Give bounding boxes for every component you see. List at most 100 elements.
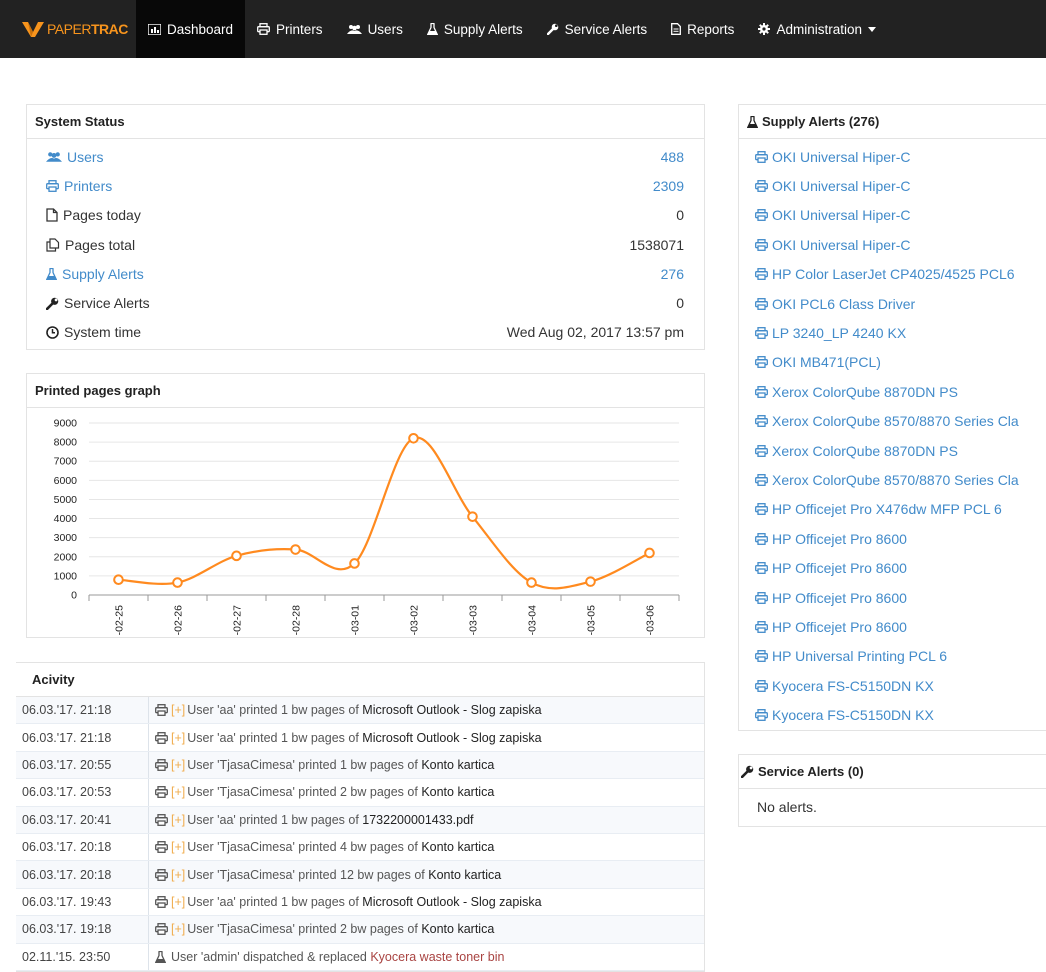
data-point[interactable] [644,547,655,559]
pages-today-label: Pages today [63,207,141,224]
wrench-icon [46,297,59,310]
data-point[interactable] [113,574,124,586]
supply-alert-item[interactable]: LP 3240_LP 4240 KX [739,318,1046,347]
supply-alert-item[interactable]: HP Officejet Pro 8600 [739,612,1046,641]
supply-alert-item[interactable]: Xerox ColorQube 8870DN PS [739,377,1046,406]
data-point[interactable] [349,558,360,569]
supply-alert-item[interactable]: OKI Universal Hiper-C [739,230,1046,259]
expand-toggle[interactable]: [+] [171,840,185,854]
printer-icon [755,532,768,545]
printer-icon [755,709,768,722]
supply-alerts-list: OKI Universal Hiper-C OKI Universal Hiper… [739,139,1046,730]
supply-alert-item[interactable]: HP Color LaserJet CP4025/4525 PCL6 [739,260,1046,289]
nav-reports-label: Reports [687,21,735,37]
service-alerts-label: Service Alerts [64,295,150,312]
data-point[interactable] [526,577,537,588]
y-tick-label: 3000 [54,532,78,544]
data-point[interactable] [467,511,478,522]
activity-text: [+] User 'aa' printed 1 bw pages of Micro… [149,703,542,717]
expand-toggle[interactable]: [+] [171,785,185,799]
supply-alert-item[interactable]: Xerox ColorQube 8570/8870 Series Cla [739,465,1046,494]
activity-description: User 'admin' dispatched & replaced [171,949,367,964]
nav-dashboard[interactable]: Dashboard [136,0,246,58]
activity-row: 06.03.'17. 20:53 [+] User 'TjasaCimesa' pr… [16,779,704,807]
activity-text: [+] User 'TjasaCimesa' printed 12 bw page… [149,868,501,882]
nav-printers[interactable]: Printers [245,0,335,58]
activity-row: 06.03.'17. 21:18 [+] User 'aa' printed 1 b… [16,724,704,752]
y-tick-label: 2000 [54,551,78,563]
nav-reports[interactable]: Reports [659,0,746,58]
supply-alert-item[interactable]: OKI MB471(PCL) [739,348,1046,377]
activity-row: 06.03.'17. 21:18 [+] User 'aa' printed 1 b… [16,697,704,725]
activity-object: Konto kartica [421,757,495,772]
data-point[interactable] [408,432,419,444]
supply-alert-printer-name: OKI Universal Hiper-C [772,236,911,253]
printer-icon [755,562,768,575]
data-point[interactable] [231,550,242,562]
expand-toggle[interactable]: [+] [171,758,185,772]
expand-toggle[interactable]: [+] [171,922,185,936]
nav-service-alerts[interactable]: Service Alerts [535,0,660,58]
nav-administration-dropdown[interactable]: Administration [746,0,888,58]
activity-description: User 'TjasaCimesa' printed 1 bw pages of [187,757,418,772]
y-tick-label: 6000 [54,475,78,487]
system-status-heading: System Status [27,105,704,139]
activity-time: 06.03.'17. 20:18 [16,833,149,861]
expand-toggle[interactable]: [+] [171,813,185,827]
supply-alerts-heading: Supply Alerts (276) [739,105,1046,139]
printer-icon [155,895,168,908]
x-tick-label: 2017-02-28 [291,605,303,636]
printer-icon [755,474,768,486]
data-point[interactable] [290,544,301,555]
supply-alert-item[interactable]: HP Universal Printing PCL 6 [739,642,1046,671]
printer-icon [755,591,768,604]
activity-object: Konto kartica [428,867,502,882]
service-alerts-heading: Service Alerts (0) [739,755,1046,789]
users-count[interactable]: 488 [661,149,684,165]
activity-time: 06.03.'17. 20:53 [16,779,149,806]
supply-alert-item[interactable]: OKI PCL6 Class Driver [739,289,1046,318]
supply-alert-printer-name: HP Officejet Pro 8600 [772,530,907,547]
printers-link[interactable]: Printers [46,178,653,194]
printer-icon [755,444,768,457]
supply-alerts-link[interactable]: Supply Alerts [46,266,661,282]
data-point[interactable] [585,576,596,587]
supply-alerts-panel: Supply Alerts (276) OKI Universal Hiper-… [738,104,1046,731]
expand-toggle[interactable]: [+] [171,868,185,882]
nav-users-label: Users [367,21,403,37]
supply-alert-item[interactable]: OKI Universal Hiper-C [739,171,1046,200]
nav-users[interactable]: Users [335,0,415,58]
supply-alert-item[interactable]: Kyocera FS-C5150DN KX [739,671,1046,700]
supply-alert-item[interactable]: OKI Universal Hiper-C [739,142,1046,171]
supply-alert-item[interactable]: HP Officejet Pro 8600 [739,524,1046,553]
brand-logo[interactable]: PAPERTRAC [0,0,136,58]
expand-toggle[interactable]: [+] [171,731,185,745]
supply-alert-item[interactable]: HP Officejet Pro 8600 [739,553,1046,582]
activity-description: User 'aa' printed 1 bw pages of [187,894,359,909]
supply-alert-item[interactable]: Xerox ColorQube 8870DN PS [739,436,1046,465]
supply-alert-item[interactable]: HP Officejet Pro 8600 [739,583,1046,612]
users-link[interactable]: Users [46,149,661,165]
status-row-system-time: System time Wed Aug 02, 2017 13:57 pm [27,318,704,347]
gear-icon [758,23,771,35]
data-point[interactable] [172,577,183,588]
activity-text: [+] User 'TjasaCimesa' printed 2 bw pages… [149,922,494,936]
supply-alert-item[interactable]: OKI Universal Hiper-C [739,201,1046,230]
nav-supply-alerts[interactable]: Supply Alerts [415,0,535,58]
status-row-printers: Printers 2309 [27,171,704,200]
supply-alert-item[interactable]: Kyocera FS-C5150DN KX [739,700,1046,729]
brand-text-paper: PAPER [47,21,91,37]
activity-list: 06.03.'17. 21:18 [+] User 'aa' printed 1 b… [16,697,704,971]
activity-text: [+] User 'TjasaCimesa' printed 1 bw pages… [149,758,494,772]
supply-alerts-title: Supply Alerts (276) [762,114,880,129]
pages-today-value: 0 [676,207,684,224]
printers-count[interactable]: 2309 [653,178,684,194]
supply-alert-item[interactable]: Xerox ColorQube 8570/8870 Series Cla [739,407,1046,436]
supply-alert-item[interactable]: HP Officejet Pro X476dw MFP PCL 6 [739,495,1046,524]
activity-description: User 'aa' printed 1 bw pages of [187,703,359,718]
expand-toggle[interactable]: [+] [171,895,185,909]
supply-alerts-count[interactable]: 276 [661,266,684,282]
expand-toggle[interactable]: [+] [171,703,185,717]
graph-heading: Printed pages graph [27,374,704,408]
activity-time: 06.03.'17. 19:43 [16,888,149,916]
